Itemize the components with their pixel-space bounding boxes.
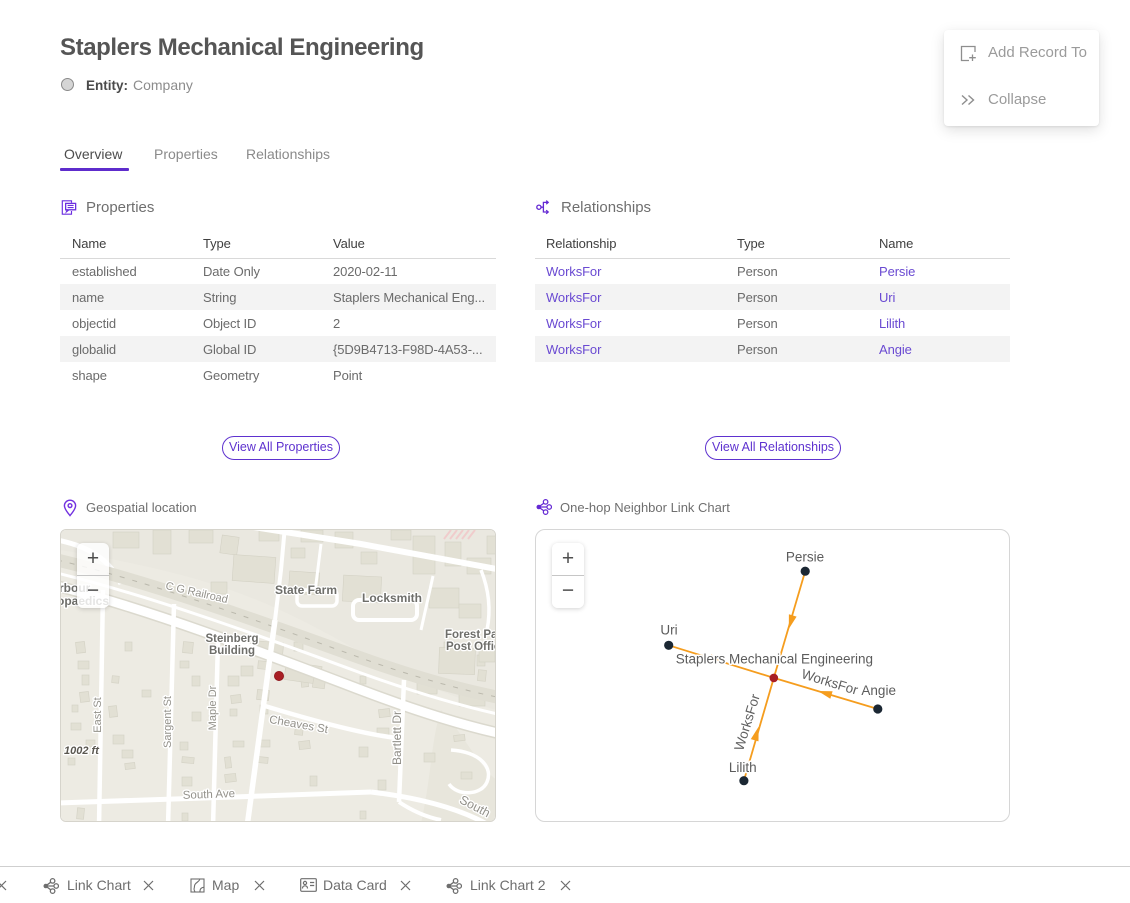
svg-text:Staplers Mechanical Engineerin: Staplers Mechanical Engineering — [676, 652, 873, 667]
svg-text:Locksmith: Locksmith — [362, 591, 422, 605]
svg-text:Lilith: Lilith — [729, 760, 757, 775]
svg-text:Post Offic: Post Offic — [446, 641, 496, 653]
svg-text:Building: Building — [209, 645, 255, 657]
svg-text:South Ave: South Ave — [183, 788, 236, 802]
svg-text:State Farm: State Farm — [275, 583, 337, 597]
svg-text:Uri: Uri — [660, 623, 677, 638]
svg-text:Bartlett Dr: Bartlett Dr — [390, 711, 404, 765]
svg-text:East St: East St — [92, 697, 104, 732]
svg-text:Maple Dr: Maple Dr — [207, 685, 219, 730]
svg-text:Persie: Persie — [786, 550, 824, 565]
svg-text:Forest Par: Forest Par — [445, 629, 496, 641]
svg-text:1002 ft: 1002 ft — [64, 745, 100, 757]
svg-text:WorksFor: WorksFor — [731, 692, 763, 753]
svg-text:Sargent St: Sargent St — [162, 696, 174, 748]
svg-text:Steinberg: Steinberg — [205, 633, 258, 645]
svg-text:Angie: Angie — [861, 683, 896, 698]
